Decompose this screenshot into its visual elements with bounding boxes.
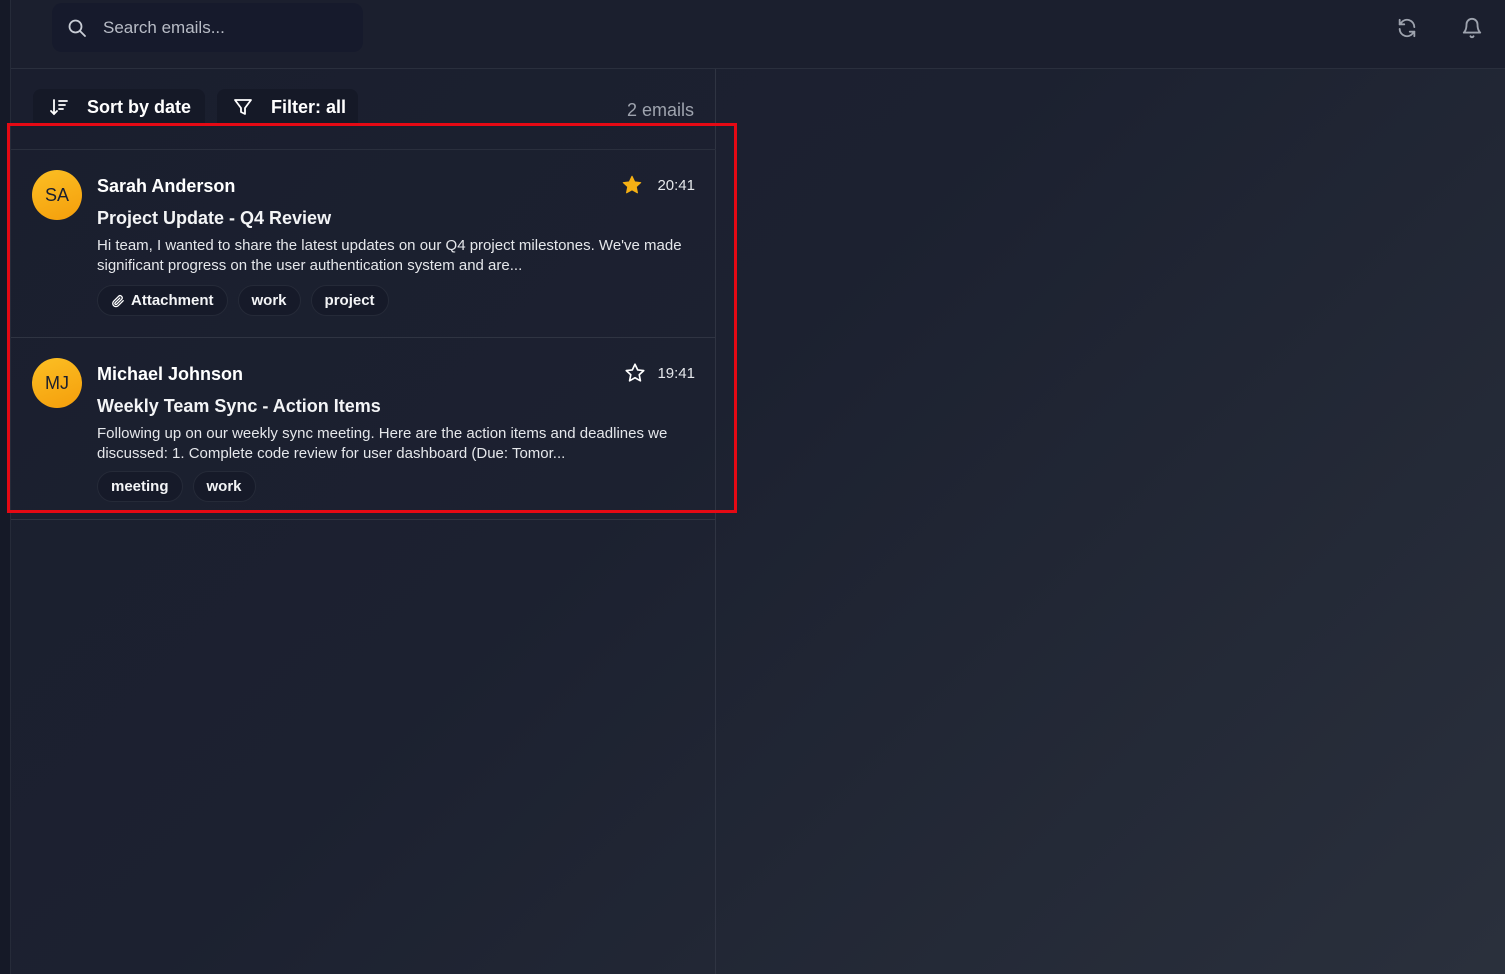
tag[interactable]: work bbox=[192, 471, 256, 502]
star-outline-icon[interactable] bbox=[624, 362, 646, 384]
avatar: MJ bbox=[32, 358, 82, 408]
email-item[interactable]: SA Sarah Anderson 20:41 Project Update -… bbox=[11, 150, 716, 338]
paperclip-icon bbox=[111, 294, 125, 308]
email-list-pane: Sort by date Filter: all 2 emails SA Sar… bbox=[11, 69, 716, 974]
search-box[interactable] bbox=[52, 3, 363, 52]
tag[interactable]: meeting bbox=[97, 471, 183, 502]
left-sidebar-edge bbox=[0, 0, 11, 974]
attachment-badge: Attachment bbox=[97, 285, 228, 316]
top-bar bbox=[11, 0, 1505, 69]
email-list: SA Sarah Anderson 20:41 Project Update -… bbox=[11, 150, 716, 520]
email-time: 20:41 bbox=[657, 177, 695, 194]
sort-button[interactable]: Sort by date bbox=[33, 89, 205, 125]
sort-label: Sort by date bbox=[87, 96, 192, 117]
sender-name: Michael Johnson bbox=[97, 364, 244, 384]
filter-icon bbox=[233, 97, 253, 117]
email-preview: Following up on our weekly sync meeting.… bbox=[97, 425, 668, 462]
attachment-label: Attachment bbox=[131, 292, 214, 309]
email-count: 2 emails bbox=[626, 100, 694, 120]
email-item[interactable]: MJ Michael Johnson 19:41 Weekly Team Syn… bbox=[11, 338, 716, 520]
sender-name: Sarah Anderson bbox=[97, 176, 236, 196]
filter-label: Filter: all bbox=[271, 96, 347, 117]
tag-list: meeting work bbox=[97, 471, 256, 502]
tag[interactable]: work bbox=[237, 285, 301, 316]
email-preview: Hi team, I wanted to share the latest up… bbox=[97, 237, 682, 274]
tag-list: Attachment work project bbox=[97, 285, 389, 316]
bell-icon[interactable] bbox=[1460, 16, 1484, 40]
email-time: 19:41 bbox=[657, 365, 695, 382]
email-subject: Weekly Team Sync - Action Items bbox=[97, 396, 381, 416]
avatar: SA bbox=[32, 170, 82, 220]
star-filled-icon[interactable] bbox=[621, 174, 643, 196]
search-icon bbox=[67, 18, 87, 38]
search-input[interactable] bbox=[103, 17, 343, 38]
filter-button[interactable]: Filter: all bbox=[217, 89, 358, 125]
refresh-icon[interactable] bbox=[1395, 16, 1419, 40]
tag[interactable]: project bbox=[310, 285, 389, 316]
email-subject: Project Update - Q4 Review bbox=[97, 208, 332, 228]
sort-icon bbox=[49, 97, 69, 117]
